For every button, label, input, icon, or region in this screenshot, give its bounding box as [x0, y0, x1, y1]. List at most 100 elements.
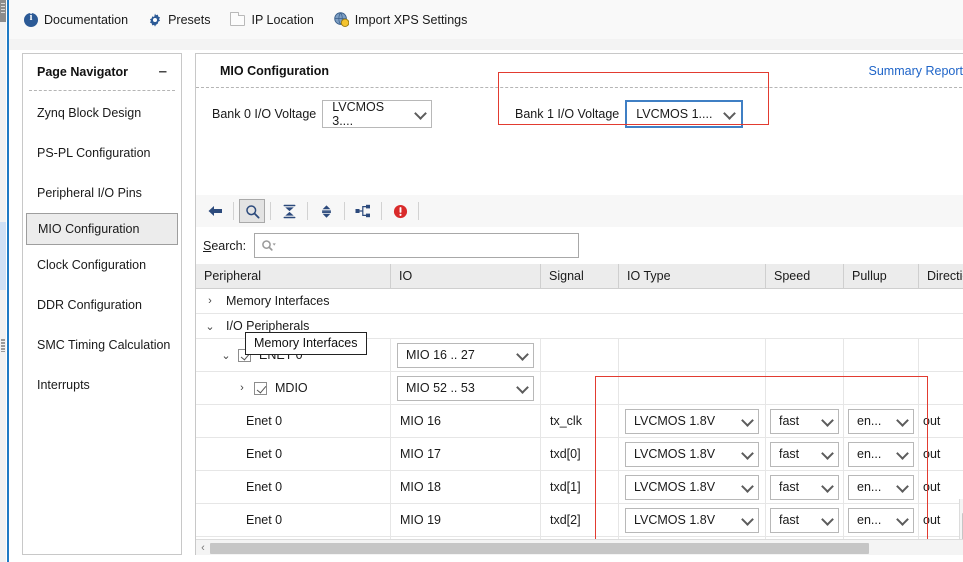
error-icon[interactable] — [387, 199, 413, 223]
chevron-down-icon — [823, 452, 832, 457]
signal-cell: tx_clk — [541, 405, 619, 437]
chevron-down-icon — [725, 112, 734, 117]
io-type-cell: LVCMOS 1.8V — [619, 405, 766, 437]
pullup-select[interactable]: en... — [848, 408, 914, 434]
sidebar-item-peripheral-io-pins[interactable]: Peripheral I/O Pins — [23, 173, 181, 213]
collapse-panel-icon[interactable]: – — [157, 64, 169, 79]
presets-button[interactable]: Presets — [146, 10, 220, 30]
column-header-pullup[interactable]: Pullup — [844, 263, 919, 289]
table-row[interactable]: Enet 0 MIO 19 txd[2] LVCMOS 1.8V fast en… — [196, 504, 963, 537]
toolbar-separator — [344, 202, 345, 220]
column-header-direction[interactable]: Directio — [919, 264, 963, 289]
expand-all-icon[interactable] — [313, 199, 339, 223]
scroll-left-arrow[interactable]: ‹ — [196, 542, 210, 554]
peripheral-cell: Enet 0 — [196, 405, 391, 437]
column-header-io[interactable]: IO — [391, 263, 541, 289]
enable-checkbox[interactable] — [254, 381, 267, 395]
scroll-right-arrow[interactable]: › — [959, 542, 963, 554]
sidebar-item-label: DDR Configuration — [37, 298, 142, 312]
speed-select[interactable]: fast — [770, 441, 839, 467]
ip-location-button[interactable]: IP Location — [228, 10, 323, 30]
sidebar-item-clock-configuration[interactable]: Clock Configuration — [23, 245, 181, 285]
horizontal-scroll-thumb[interactable] — [210, 542, 869, 554]
peripheral-cell: › MDIO — [196, 372, 391, 404]
column-header-speed[interactable]: Speed — [766, 263, 844, 289]
chevron-down-icon — [743, 518, 752, 523]
sidebar-item-ddr-configuration[interactable]: DDR Configuration — [23, 285, 181, 325]
expand-twisty-icon[interactable]: › — [202, 295, 218, 307]
sidebar-item-label: Peripheral I/O Pins — [37, 186, 142, 200]
table-row[interactable]: Enet 0 MIO 18 txd[1] LVCMOS 1.8V fast en… — [196, 471, 963, 504]
sidebar-item-label: PS-PL Configuration — [37, 146, 151, 160]
page-navigator-panel: Page Navigator – Zynq Block Design PS-PL… — [22, 53, 182, 555]
speed-select[interactable]: fast — [770, 408, 839, 434]
sidebar-item-ps-pl-configuration[interactable]: PS-PL Configuration — [23, 133, 181, 173]
sidebar-item-mio-configuration[interactable]: MIO Configuration — [26, 213, 178, 245]
column-header-io-type[interactable]: IO Type — [619, 263, 766, 289]
io-range-select[interactable]: MIO 16 .. 27 — [397, 342, 534, 368]
collapse-twisty-icon[interactable]: ⌄ — [202, 320, 218, 333]
left-collapsed-rail[interactable] — [0, 0, 6, 562]
io-type-select[interactable]: LVCMOS 1.8V — [625, 474, 759, 500]
rail-grip-handle-lower[interactable] — [1, 338, 5, 352]
content-area: Page Navigator – Zynq Block Design PS-PL… — [9, 39, 963, 562]
toolbar-separator — [418, 202, 419, 220]
speed-select[interactable]: fast — [770, 474, 839, 500]
horizontal-scrollbar[interactable]: ‹ › — [196, 539, 963, 555]
import-xps-label: Import XPS Settings — [354, 12, 468, 27]
search-icon[interactable] — [239, 199, 265, 223]
io-type-cell: LVCMOS 1.8V — [619, 504, 766, 536]
io-type-select[interactable]: LVCMOS 1.8V — [625, 408, 759, 434]
command-toolbar: Documentation Presets IP Location — [9, 0, 963, 39]
pullup-cell: en... — [844, 471, 919, 503]
speed-cell: fast — [766, 405, 844, 437]
group-label: I/O Peripherals — [226, 319, 310, 333]
table-row-mdio[interactable]: › MDIO MIO 52 .. 53 — [196, 372, 963, 405]
documentation-button[interactable]: Documentation — [22, 10, 138, 30]
sidebar-item-smc-timing-calculation[interactable]: SMC Timing Calculation — [23, 325, 181, 365]
pullup-select[interactable]: en... — [848, 441, 914, 467]
column-header-peripheral[interactable]: Peripheral — [196, 263, 391, 289]
sidebar-item-zynq-block-design[interactable]: Zynq Block Design — [23, 93, 181, 133]
group-cell: › Memory Interfaces — [196, 289, 963, 313]
table-row[interactable]: Enet 0 MIO 16 tx_clk LVCMOS 1.8V fast en… — [196, 405, 963, 438]
expand-twisty-icon[interactable]: › — [234, 382, 250, 394]
sidebar-item-label: SMC Timing Calculation — [37, 338, 171, 352]
speed-select[interactable]: fast — [770, 507, 839, 533]
group-label: Memory Interfaces — [226, 294, 330, 308]
hierarchy-icon[interactable] — [350, 199, 376, 223]
sidebar-item-interrupts[interactable]: Interrupts — [23, 365, 181, 405]
search-dropdown-icon[interactable] — [261, 239, 277, 253]
io-range-select[interactable]: MIO 52 .. 53 — [397, 375, 534, 401]
pullup-select[interactable]: en... — [848, 507, 914, 533]
chevron-down-icon — [743, 452, 752, 457]
signal-cell — [541, 372, 619, 404]
import-xps-settings-button[interactable]: Import XPS Settings — [332, 9, 478, 30]
io-cell: MIO 16 .. 27 — [391, 339, 541, 371]
speed-value: fast — [779, 447, 800, 461]
pullup-cell: en... — [844, 504, 919, 536]
gear-icon — [148, 12, 162, 27]
io-type-value: LVCMOS 1.8V — [634, 414, 716, 428]
io-cell: MIO 16 — [391, 405, 541, 437]
toolbar-separator — [307, 202, 308, 220]
io-type-select[interactable]: LVCMOS 1.8V — [625, 441, 759, 467]
chevron-down-icon — [823, 485, 832, 490]
io-type-select[interactable]: LVCMOS 1.8V — [625, 507, 759, 533]
summary-report-link[interactable]: Summary Report — [869, 64, 963, 78]
page-title: MIO Configuration — [220, 63, 330, 78]
table-row-memory-interfaces[interactable]: › Memory Interfaces — [196, 289, 963, 314]
back-icon[interactable] — [202, 199, 228, 223]
collapse-twisty-icon[interactable]: ⌄ — [218, 349, 234, 362]
bank0-voltage-select[interactable]: LVCMOS 3.... — [322, 100, 433, 128]
search-input[interactable] — [254, 233, 580, 258]
rail-active-segment[interactable] — [0, 222, 6, 290]
speed-value: fast — [779, 414, 800, 428]
bank1-voltage-select[interactable]: LVCMOS 1.... — [625, 100, 744, 128]
collapse-all-icon[interactable] — [276, 199, 302, 223]
pullup-select[interactable]: en... — [848, 474, 914, 500]
column-header-signal[interactable]: Signal — [541, 263, 619, 289]
direction-cell: out — [923, 513, 941, 527]
rail-grip-handle[interactable] — [1, 3, 5, 13]
table-row[interactable]: Enet 0 MIO 17 txd[0] LVCMOS 1.8V fast en… — [196, 438, 963, 471]
